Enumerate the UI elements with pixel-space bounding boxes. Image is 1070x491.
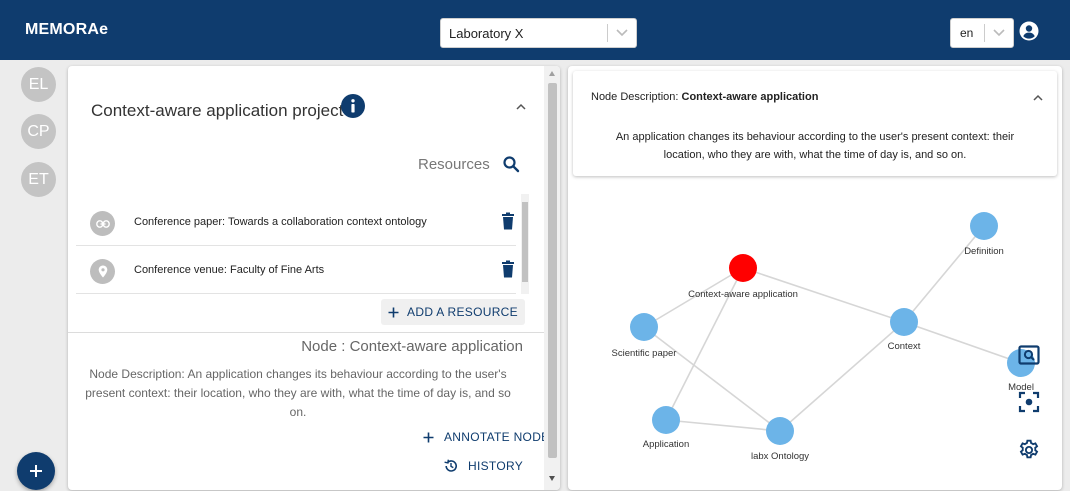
chevron-up-icon[interactable] (1031, 91, 1045, 105)
section-divider (68, 332, 544, 333)
project-title: Context-aware application project (91, 101, 344, 120)
graph-node-application[interactable] (652, 406, 680, 434)
language-select-value: en (960, 26, 974, 40)
scrollbar-thumb[interactable] (522, 202, 528, 282)
laboratory-select-value: Laboratory X (449, 25, 524, 41)
info-icon[interactable] (341, 94, 365, 118)
resource-item[interactable]: Conference paper: Towards a collaboratio… (76, 198, 516, 246)
graph-node-ctxapp[interactable] (729, 254, 757, 282)
center-focus-icon[interactable] (1018, 391, 1040, 413)
history-icon (444, 459, 457, 472)
resource-label: Conference venue: Faculty of Fine Arts (134, 264, 325, 276)
link-icon (90, 211, 115, 236)
chevron-down-icon (985, 29, 1013, 37)
plus-icon (388, 307, 399, 317)
description-card-label: Node Description: (591, 91, 679, 103)
graph-node-labx[interactable] (766, 417, 794, 445)
annotate-node-button[interactable]: ANNOTATE NODE (423, 430, 549, 444)
project-panel: Context-aware application project Resour… (68, 66, 560, 490)
graph-edge-context-model (903, 321, 1022, 364)
laboratory-select[interactable]: Laboratory X (440, 18, 637, 48)
graph-node-context[interactable] (890, 308, 918, 336)
node-description-card: Node Description: Context-aware applicat… (573, 71, 1057, 176)
history-label: HISTORY (468, 459, 524, 473)
description-card-body: An application changes its behaviour acc… (615, 131, 1015, 161)
panel-scrollbar[interactable] (544, 66, 560, 490)
history-button[interactable]: HISTORY (444, 459, 523, 473)
search-icon[interactable] (502, 155, 520, 173)
delete-icon[interactable] (500, 212, 516, 230)
plus-icon (30, 465, 42, 477)
graph-node-label: Application (643, 439, 689, 450)
description-card-heading: Node Description: Context-aware applicat… (591, 91, 818, 103)
add-resource-button[interactable]: ADD A RESOURCE (381, 299, 525, 325)
graph-edge-definition-context (903, 225, 985, 323)
delete-icon[interactable] (500, 260, 516, 278)
add-project-button[interactable] (17, 452, 55, 490)
resource-list-scrollbar[interactable] (521, 194, 529, 294)
resource-item[interactable]: Conference venue: Faculty of Fine Arts (76, 246, 516, 294)
graph-edge-context-labx (779, 321, 905, 432)
project-avatar-et[interactable]: ET (21, 162, 56, 197)
resources-heading: Resources (418, 156, 490, 173)
app-title: MEMORAe (25, 21, 109, 38)
graph-node-definition[interactable] (970, 212, 998, 240)
resource-label: Conference paper: Towards a collaboratio… (134, 216, 427, 228)
node-description: Node Description: An application changes… (85, 367, 511, 419)
add-resource-label: ADD A RESOURCE (407, 305, 518, 319)
plus-icon (423, 432, 434, 442)
scrollbar-thumb[interactable] (548, 83, 557, 458)
graph-panel: Node Description: Context-aware applicat… (568, 66, 1062, 490)
zoom-search-icon[interactable] (1018, 345, 1040, 367)
description-card-node-name: Context-aware application (681, 91, 819, 103)
graph-edge-application-labx (665, 419, 781, 432)
annotate-node-label: ANNOTATE NODE (444, 430, 550, 444)
settings-gear-icon[interactable] (1018, 439, 1040, 461)
graph-node-label: Context (888, 341, 921, 352)
project-avatar-el[interactable]: EL (21, 67, 56, 102)
graph-node-label: labx Ontology (751, 451, 809, 462)
node-heading: Node : Context-aware application (301, 338, 523, 355)
graph-node-label: Context-aware application (688, 289, 798, 300)
app-bar: MEMORAe Laboratory X en (0, 0, 1070, 60)
scroll-up-arrow-icon[interactable] (549, 71, 555, 76)
resource-list: Conference paper: Towards a collaboratio… (76, 186, 528, 294)
chevron-down-icon (608, 29, 636, 37)
graph-node-label: Scientific paper (612, 348, 677, 359)
language-select[interactable]: en (950, 18, 1014, 48)
scroll-down-arrow-icon[interactable] (549, 476, 555, 481)
account-circle-icon[interactable] (1019, 21, 1039, 41)
project-avatar-cp[interactable]: CP (21, 114, 56, 149)
chevron-up-icon[interactable] (514, 100, 528, 114)
graph-node-scipaper[interactable] (630, 313, 658, 341)
ontology-graph[interactable]: Context-aware application Definition Conte… (568, 180, 1062, 490)
graph-node-label: Definition (964, 246, 1004, 257)
location-pin-icon (90, 259, 115, 284)
